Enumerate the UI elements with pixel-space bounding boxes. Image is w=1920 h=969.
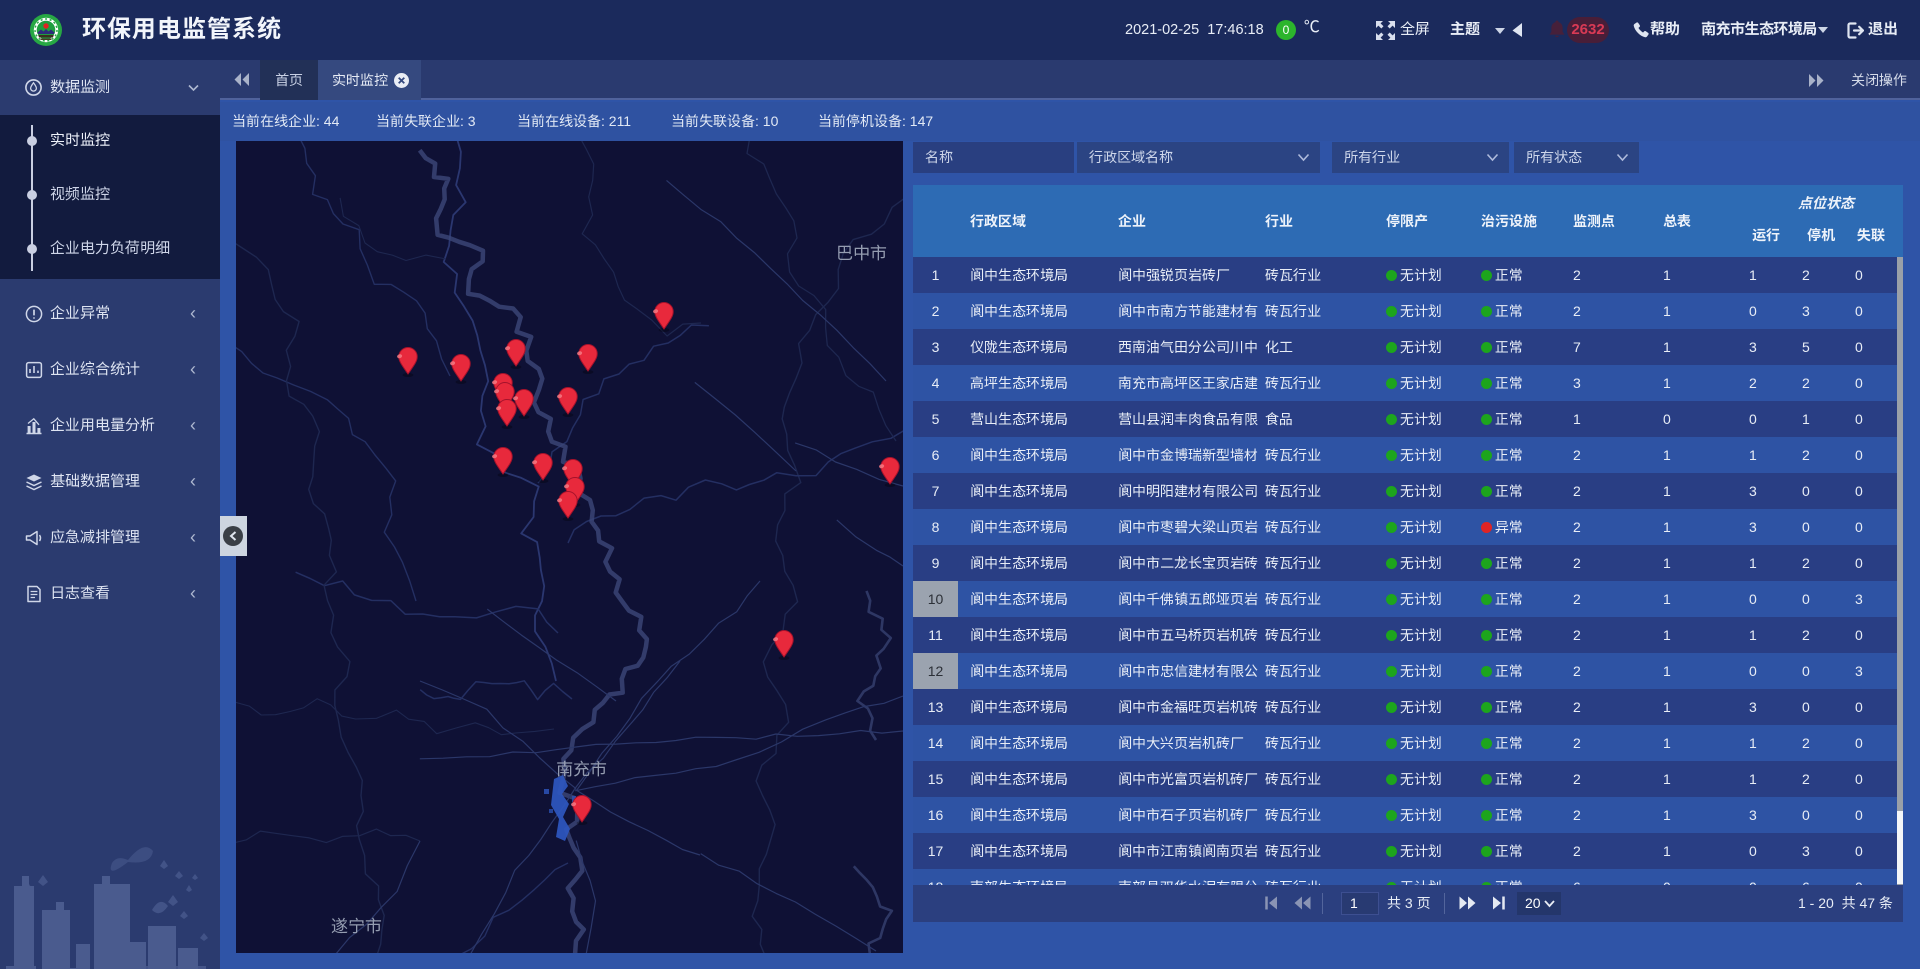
svg-text:遂宁市: 遂宁市 <box>331 912 382 937</box>
svg-text:南充市: 南充市 <box>556 755 607 780</box>
svg-text:巴中市: 巴中市 <box>836 239 887 264</box>
